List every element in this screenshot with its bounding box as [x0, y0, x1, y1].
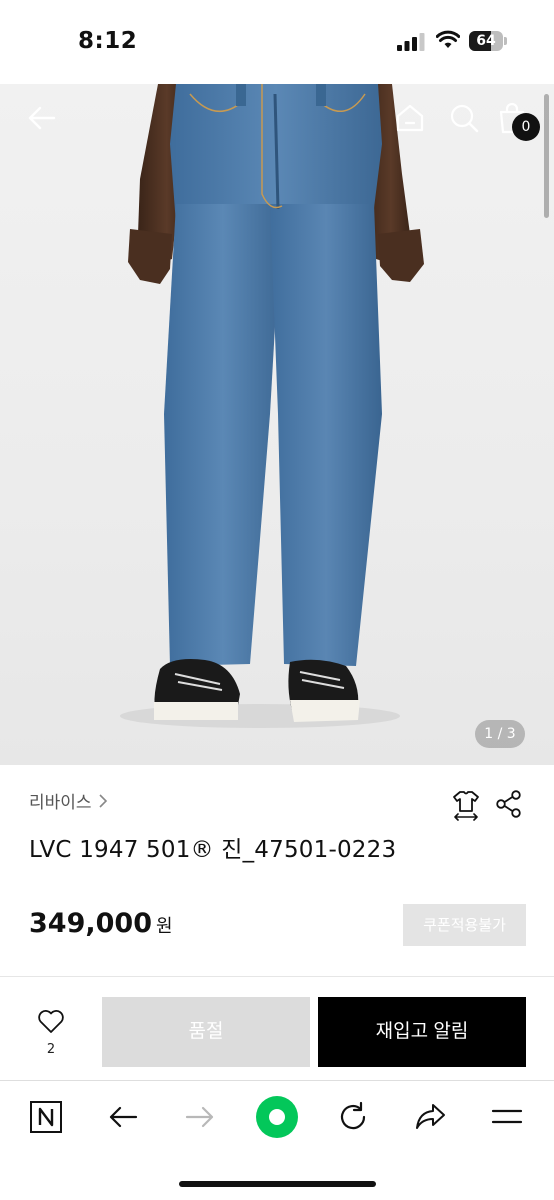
home-indicator [179, 1181, 376, 1187]
reload-icon[interactable] [336, 1100, 370, 1134]
green-dot-button[interactable] [256, 1096, 298, 1138]
divider [0, 1080, 554, 1081]
heart-icon [38, 1010, 64, 1033]
price-unit: 원 [155, 916, 173, 937]
menu-icon[interactable] [490, 1100, 524, 1134]
search-icon[interactable] [448, 102, 480, 134]
cart-count-badge: 0 [512, 113, 540, 141]
price-amount: 349,000 [29, 908, 152, 939]
divider [0, 976, 554, 977]
home-icon[interactable] [394, 102, 426, 134]
naver-n-icon[interactable] [29, 1100, 63, 1134]
battery-percent: 64 [476, 33, 496, 49]
size-guide-icon[interactable] [450, 789, 482, 821]
brand-name: 리바이스 [29, 793, 92, 813]
chevron-right-icon [98, 793, 107, 808]
like-button[interactable]: 2 [30, 1008, 72, 1064]
back-arrow-icon[interactable] [26, 102, 58, 134]
product-photo-jeans [120, 84, 424, 728]
cellular-signal-icon [397, 33, 425, 51]
restock-alert-button[interactable]: 재입고 알림 [318, 997, 526, 1067]
wifi-icon [436, 30, 460, 48]
product-name: LVC 1947 501® 진_47501-0223 [29, 837, 397, 863]
scrollbar[interactable] [544, 94, 549, 218]
share-icon[interactable] [495, 790, 523, 818]
sold-out-button[interactable]: 품절 [102, 997, 310, 1067]
coupon-unavailable-badge: 쿠폰적용불가 [403, 904, 526, 946]
image-pager: 1 / 3 [475, 720, 525, 748]
status-time: 8:12 [78, 28, 138, 54]
status-bar: 8:12 64 [0, 0, 554, 84]
share-arrow-icon[interactable] [413, 1100, 447, 1134]
browser-back-icon[interactable] [106, 1100, 140, 1134]
browser-forward-icon[interactable] [183, 1100, 217, 1134]
brand-link[interactable]: 리바이스 [29, 788, 108, 813]
like-count: 2 [46, 1042, 56, 1057]
product-price: 349,000 원 [29, 908, 173, 939]
product-image-carousel[interactable]: 0 1 / 3 [0, 84, 554, 765]
battery-indicator: 64 [469, 31, 507, 51]
